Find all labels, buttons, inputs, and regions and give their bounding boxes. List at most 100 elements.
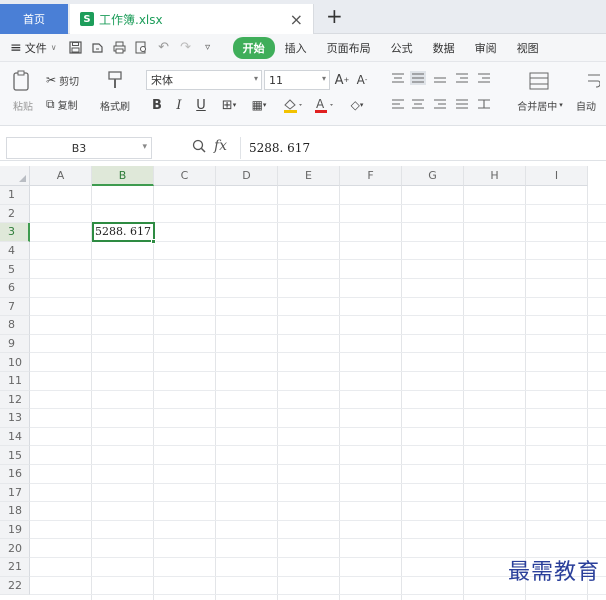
tab-data[interactable]: 数据 [423, 40, 465, 56]
row-header-17[interactable]: 17 [0, 483, 30, 503]
close-tab-icon[interactable]: × [290, 10, 303, 29]
column-header-h[interactable]: H [464, 166, 526, 186]
row-header-3[interactable]: 3 [0, 223, 30, 242]
export-icon[interactable] [90, 40, 106, 56]
tab-formulas[interactable]: 公式 [381, 40, 423, 56]
tab-home[interactable]: 首页 [0, 4, 68, 34]
cut-button[interactable]: ✂ 剪切 [46, 72, 92, 88]
customize-quick-access-icon[interactable]: ▿ [200, 40, 216, 56]
search-function-icon[interactable] [192, 139, 206, 157]
column-header-a[interactable]: A [30, 166, 92, 186]
chevron-down-icon: ▾ [559, 101, 563, 109]
wrap-text-button[interactable]: 自动 [576, 98, 606, 113]
font-name-select[interactable]: 宋体 ▾ [146, 70, 262, 90]
row-header-5[interactable]: 5 [0, 260, 30, 279]
row-gridline [30, 501, 606, 503]
row-gridline [30, 315, 606, 317]
merge-center-icon[interactable] [526, 70, 552, 92]
cell-style-icon[interactable]: ▦ ▾ [248, 96, 270, 114]
font-size-select[interactable]: 11 ▾ [264, 70, 330, 90]
undo-icon[interactable]: ↶ [156, 40, 172, 56]
copy-button[interactable]: ⧉ 复制 [46, 96, 92, 112]
chevron-down-icon: ▾ [253, 74, 258, 83]
add-tab-icon[interactable]: + [326, 6, 343, 26]
spreadsheet-grid[interactable]: A B C D E F G H I 1 2 3 4 5 6 7 8 9 10 11 12 13 14 15 16 17 18 19 20… [0, 166, 606, 600]
tab-view[interactable]: 视图 [507, 40, 549, 56]
column-header-i[interactable]: I [526, 166, 588, 186]
row-header-1[interactable]: 1 [0, 186, 30, 205]
tab-review[interactable]: 审阅 [465, 40, 507, 56]
save-icon[interactable] [68, 40, 84, 56]
row-header-12[interactable]: 12 [0, 390, 30, 410]
row-header-19[interactable]: 19 [0, 520, 30, 540]
formula-input[interactable]: 5288. 617 [240, 137, 602, 159]
font-color-icon[interactable]: A [312, 96, 338, 114]
row-header-6[interactable]: 6 [0, 279, 30, 298]
wrap-text-icon[interactable] [586, 70, 606, 92]
tab-insert[interactable]: 插入 [275, 40, 317, 56]
increase-font-icon[interactable]: A + [334, 70, 350, 90]
fill-handle[interactable] [151, 238, 156, 244]
row-header-4[interactable]: 4 [0, 241, 30, 261]
clear-format-icon[interactable]: ◇ ▾ [344, 96, 370, 114]
format-painter-button[interactable]: 格式刷 [94, 98, 136, 113]
paste-button[interactable]: 粘贴 [6, 98, 40, 113]
active-cell-b3[interactable]: 5288. 617 [92, 222, 155, 242]
row-header-16[interactable]: 16 [0, 465, 30, 484]
row-header-11[interactable]: 11 [0, 372, 30, 391]
italic-icon[interactable]: I [172, 96, 186, 114]
file-menu-button[interactable]: ≡ 文件 ∨ [0, 40, 65, 56]
row-header-10[interactable]: 10 [0, 353, 30, 372]
row-header-15[interactable]: 15 [0, 446, 30, 465]
row-header-18[interactable]: 18 [0, 502, 30, 521]
name-box[interactable]: B3 ▾ [6, 137, 152, 159]
row-gridline [30, 519, 606, 521]
underline-icon[interactable]: U [194, 96, 208, 114]
tab-start[interactable]: 开始 [232, 36, 275, 59]
row-header-14[interactable]: 14 [0, 427, 30, 447]
column-header-f[interactable]: F [340, 166, 402, 186]
tab-home-label: 首页 [23, 13, 45, 26]
row-header-7[interactable]: 7 [0, 297, 30, 317]
cell-reference: B3 [71, 141, 87, 155]
print-preview-icon[interactable] [134, 40, 150, 56]
row-gridline [30, 426, 606, 428]
row-header-8[interactable]: 8 [0, 316, 30, 335]
tab-workbook[interactable]: S 工作簿.xlsx × [70, 4, 314, 34]
print-icon[interactable] [112, 40, 128, 56]
row-header-22[interactable]: 22 [0, 576, 30, 596]
row-gridline [30, 278, 606, 279]
row-header-2[interactable]: 2 [0, 204, 30, 224]
chevron-down-icon: ∨ [50, 43, 57, 52]
redo-icon[interactable]: ↷ [178, 40, 194, 56]
row-header-21[interactable]: 21 [0, 558, 30, 577]
formula-bar: B3 ▾ fx 5288. 617 [0, 135, 606, 161]
row-header-20[interactable]: 20 [0, 539, 30, 558]
merge-center-label: 合并居中 [517, 101, 558, 113]
format-painter-icon[interactable] [102, 68, 128, 92]
row-header-9[interactable]: 9 [0, 334, 30, 354]
merge-center-button[interactable]: 合并居中 ▾ [510, 98, 570, 113]
row-gridline [30, 371, 606, 372]
row-gridline [30, 408, 606, 410]
bold-icon[interactable]: B [150, 96, 164, 114]
row-gridline [30, 296, 606, 298]
tab-page-layout[interactable]: 页面布局 [317, 40, 381, 56]
decrease-font-icon[interactable]: A- [354, 70, 370, 90]
row-header-13[interactable]: 13 [0, 409, 30, 428]
font-size-value: 11 [269, 73, 283, 87]
column-header-d[interactable]: D [216, 166, 278, 186]
column-header-e[interactable]: E [278, 166, 340, 186]
menu-bar: ≡ 文件 ∨ ↶ ↷ ▿ 开始 插入 页面布局 公式 数据 审阅 视图 [0, 34, 606, 62]
row-gridline [30, 445, 606, 447]
column-header-b[interactable]: B [92, 166, 154, 186]
border-icon[interactable]: ⊞ ▾ [218, 96, 240, 114]
fill-color-icon[interactable] [280, 96, 306, 114]
insert-function-button[interactable]: fx [214, 138, 227, 154]
paste-icon[interactable] [8, 68, 36, 94]
hamburger-icon: ≡ [10, 39, 22, 56]
select-all-corner[interactable] [0, 166, 30, 186]
column-header-g[interactable]: G [402, 166, 464, 186]
tab-bar: 首页 S 工作簿.xlsx × + [0, 0, 606, 34]
column-header-c[interactable]: C [154, 166, 216, 186]
